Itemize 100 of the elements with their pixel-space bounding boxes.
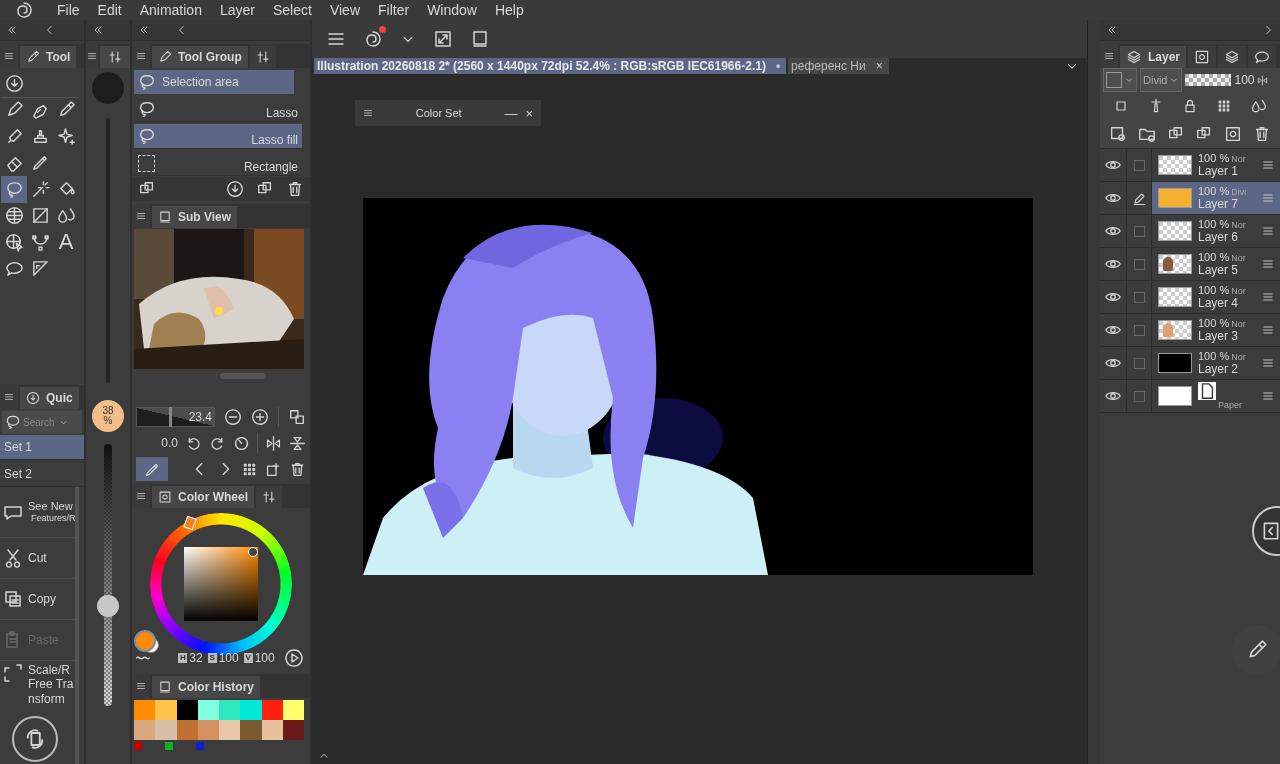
spinner-icon[interactable] <box>1257 74 1269 86</box>
collapse-icon[interactable] <box>138 24 150 36</box>
layer-mask-icon[interactable] <box>1223 125 1242 143</box>
reset-rotation-icon[interactable] <box>233 434 250 452</box>
export-icon[interactable] <box>265 460 282 478</box>
panel-menu-icon[interactable] <box>4 392 14 402</box>
new-layer-icon[interactable] <box>1109 125 1128 143</box>
panel-tab[interactable]: Color Wheel <box>152 486 254 508</box>
panel-menu-icon[interactable] <box>1104 51 1114 61</box>
color-swatch[interactable] <box>176 700 198 720</box>
import-icon[interactable] <box>226 180 244 198</box>
document-tab[interactable]: Illustration 20260818 2* (2560 x 1440px 72dpi 52.4% : RGB:sRGB IEC61966-2.1) • <box>314 58 787 74</box>
menu-item[interactable]: File <box>48 2 89 18</box>
layer-row[interactable]: 100 % Nor Layer 5 <box>1100 248 1280 281</box>
color-picker-handle[interactable] <box>248 547 258 557</box>
menu-item[interactable]: View <box>320 2 369 18</box>
play-icon[interactable] <box>284 648 304 668</box>
zoom-slider[interactable]: 23.4 <box>136 407 216 427</box>
search-icon[interactable] <box>5 414 21 430</box>
color-swatch[interactable] <box>240 720 262 740</box>
color-swatch[interactable] <box>261 720 283 740</box>
menu-item[interactable]: Filter <box>369 2 419 18</box>
color-swatch[interactable] <box>219 700 241 720</box>
close-button[interactable]: × <box>525 105 533 121</box>
settings-icon[interactable] <box>262 490 276 504</box>
subtool-item[interactable]: Rectangle <box>134 151 302 176</box>
panel-menu-icon[interactable] <box>363 108 373 118</box>
layer-comp-icon[interactable] <box>1254 49 1271 65</box>
tab-marker[interactable]: • <box>775 59 781 73</box>
drag-handle-icon[interactable] <box>1262 291 1274 303</box>
layer-row[interactable]: 100 % Divi Layer 7 <box>1100 182 1280 215</box>
color-swatch[interactable] <box>282 700 304 720</box>
drag-handle-icon[interactable] <box>1262 258 1274 270</box>
color-swatch[interactable] <box>261 700 283 720</box>
checkbox[interactable] <box>1133 390 1145 402</box>
drag-handle-icon[interactable] <box>1262 357 1274 369</box>
panel-menu-icon[interactable] <box>87 51 97 61</box>
quick-access-item[interactable]: Cut <box>0 538 75 579</box>
set-item[interactable]: Set 1 <box>0 435 84 460</box>
checkbox[interactable] <box>1133 258 1145 270</box>
drag-handle-icon[interactable] <box>1262 225 1274 237</box>
search-layer-icon[interactable] <box>1224 49 1241 65</box>
layer-row[interactable]: 100 % Nor Layer 2 <box>1100 347 1280 380</box>
mask-icon[interactable] <box>1250 98 1267 114</box>
expand-icon[interactable] <box>433 29 453 49</box>
zoom-in-icon[interactable] <box>251 408 270 426</box>
layer-row[interactable]: 100 % Nor Layer 4 <box>1100 281 1280 314</box>
panel-tab[interactable]: Sub View <box>152 206 238 228</box>
menu-item[interactable]: Select <box>264 2 321 18</box>
eyedropper-button[interactable] <box>136 457 168 481</box>
layer-property-icon[interactable] <box>1194 49 1211 65</box>
opacity-slider[interactable] <box>97 444 119 706</box>
fit-icon[interactable] <box>288 408 306 426</box>
color-select[interactable] <box>1103 68 1137 92</box>
checkbox[interactable] <box>1133 357 1145 369</box>
collapse-icon[interactable] <box>92 24 104 36</box>
search-field[interactable]: Search <box>23 416 57 428</box>
color-swatch[interactable] <box>197 700 219 720</box>
sliders-icon[interactable] <box>108 50 122 64</box>
checkbox[interactable] <box>1133 225 1145 237</box>
color-swatch[interactable] <box>282 720 304 740</box>
checkbox[interactable] <box>1133 291 1145 303</box>
app-logo-icon[interactable] <box>363 29 383 49</box>
blend-mode-select[interactable]: Divid <box>1140 68 1183 92</box>
checkbox[interactable] <box>1133 324 1145 336</box>
slider-thumb[interactable] <box>97 595 119 618</box>
color-swatch[interactable] <box>197 720 219 740</box>
drag-handle-icon[interactable] <box>1262 324 1274 336</box>
menu-item[interactable]: Layer <box>210 2 264 18</box>
panel-tab[interactable]: Color History <box>152 676 260 698</box>
color-swatch[interactable] <box>155 720 177 740</box>
quick-access-item[interactable]: Copy <box>0 579 75 620</box>
settings-icon[interactable] <box>255 50 270 64</box>
saturation-square[interactable] <box>184 547 258 621</box>
subtool-item[interactable]: Lasso <box>134 97 302 122</box>
tool-group-header[interactable]: Selection area <box>134 70 294 94</box>
menu-item[interactable]: Window <box>418 2 486 18</box>
rotate-button[interactable] <box>12 716 58 762</box>
panel-tab[interactable]: Tool <box>20 46 77 68</box>
panel-menu-icon[interactable] <box>136 211 146 221</box>
quick-access-item[interactable]: See New Features/R <box>0 487 75 538</box>
tab-marker[interactable]: × <box>875 59 883 73</box>
drag-handle-icon[interactable] <box>1262 390 1274 402</box>
collapse-icon[interactable] <box>1106 24 1118 36</box>
menu-item[interactable]: Edit <box>88 2 131 18</box>
opacity-value[interactable]: 100 <box>1234 73 1255 87</box>
layer-row[interactable]: Paper <box>1100 380 1280 413</box>
minimize-button[interactable]: — <box>504 105 518 121</box>
app-logo-icon[interactable] <box>14 0 34 20</box>
flip-vertical-icon[interactable] <box>289 434 306 452</box>
menu-item[interactable]: Help <box>485 2 533 18</box>
zoom-out-icon[interactable] <box>224 408 243 426</box>
color-swatch[interactable] <box>134 700 156 720</box>
layer-row[interactable]: 100 % Nor Layer 1 <box>1100 149 1280 182</box>
panel-menu-icon[interactable] <box>136 51 146 61</box>
collapse-icon[interactable] <box>6 24 18 36</box>
panel-menu-icon[interactable] <box>4 51 14 61</box>
layer-row[interactable]: 100 % Nor Layer 6 <box>1100 215 1280 248</box>
set-item[interactable]: Set 2 <box>0 462 84 487</box>
panel-menu-icon[interactable] <box>136 681 146 691</box>
